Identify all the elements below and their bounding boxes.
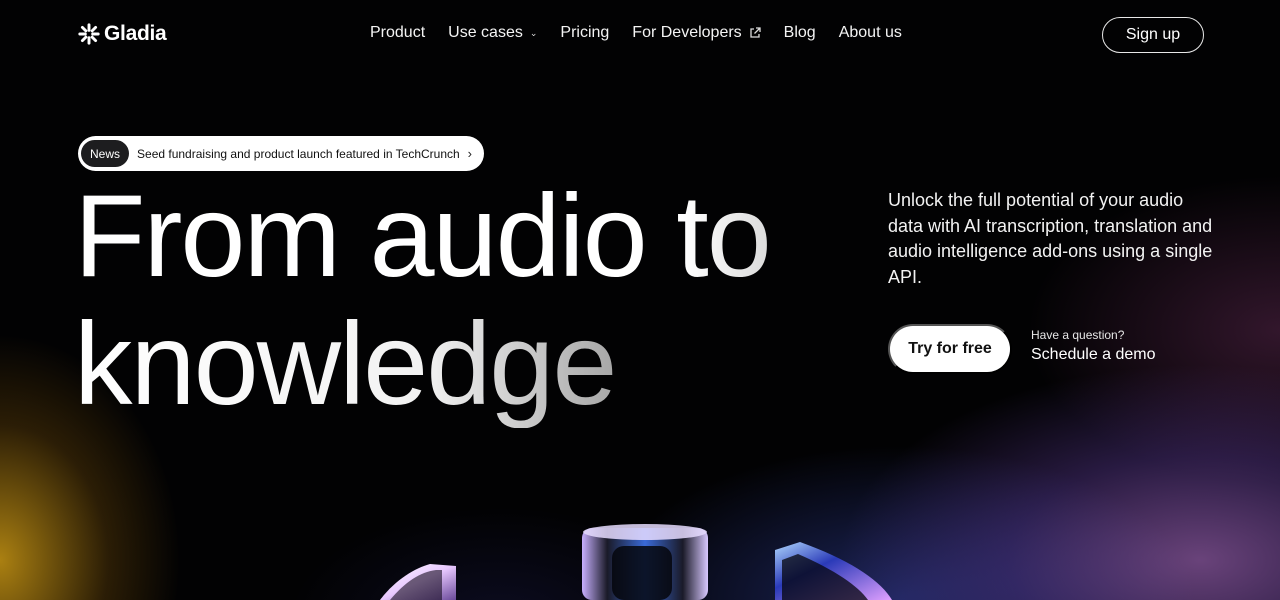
nav-item-label: Pricing bbox=[560, 24, 610, 41]
nav-item-label: Use cases bbox=[448, 24, 523, 41]
nav-item-pricing[interactable]: Pricing bbox=[560, 24, 609, 42]
decorative-3d-shapes bbox=[380, 524, 892, 600]
nav-item-for-developers[interactable]: For Developers bbox=[632, 24, 761, 42]
nav-item-label: About us bbox=[838, 24, 902, 41]
sign-up-button[interactable]: Sign up bbox=[1102, 17, 1204, 53]
nav-item-blog[interactable]: Blog bbox=[784, 24, 816, 42]
nav-item-about-us[interactable]: About us bbox=[839, 24, 902, 42]
brand-logo[interactable]: Gladia bbox=[78, 22, 167, 46]
chevron-right-icon: › bbox=[467, 146, 472, 161]
news-banner[interactable]: News Seed fundraising and product launch… bbox=[78, 136, 484, 171]
main-menu: Product Use cases ⌄ Pricing For Develope… bbox=[370, 24, 925, 42]
top-navigation: Gladia Product Use cases ⌄ Pricing For D… bbox=[0, 0, 1280, 70]
nav-item-product[interactable]: Product bbox=[370, 24, 425, 42]
brand-name: Gladia bbox=[104, 22, 167, 45]
schedule-demo-link[interactable]: Schedule a demo bbox=[1031, 346, 1156, 364]
headline-line-2: knowledge bbox=[74, 300, 854, 428]
news-badge: News bbox=[81, 140, 130, 167]
headline-line-1: From audio to bbox=[74, 172, 854, 300]
hero-subtitle: Unlock the full potential of your audio … bbox=[888, 190, 1213, 287]
nav-item-label: Product bbox=[370, 24, 426, 41]
nav-item-label: Blog bbox=[783, 24, 816, 41]
question-label: Have a question? bbox=[1031, 328, 1125, 342]
news-text: Seed fundraising and product launch feat… bbox=[137, 146, 460, 161]
external-link-icon bbox=[750, 27, 761, 38]
chevron-down-icon: ⌄ bbox=[529, 27, 538, 38]
nav-item-use-cases[interactable]: Use cases ⌄ bbox=[448, 24, 537, 42]
gladia-logo-icon bbox=[78, 23, 100, 45]
hero-headline: From audio to knowledge bbox=[74, 172, 854, 428]
nav-item-label: For Developers bbox=[632, 24, 742, 41]
try-for-free-button[interactable]: Try for free bbox=[888, 324, 1012, 374]
